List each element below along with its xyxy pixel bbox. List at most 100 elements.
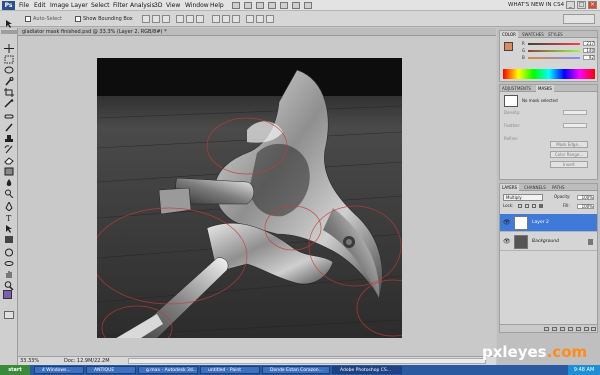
zoom-level-icon[interactable] xyxy=(256,2,264,9)
crop-tool-icon[interactable] xyxy=(4,82,14,97)
layer-row[interactable]: 👁 Layer 2 xyxy=(500,214,597,232)
taskbar-clock[interactable]: 9:48 AM xyxy=(568,365,600,375)
menu-view[interactable]: View xyxy=(166,1,180,10)
shape-tool-icon[interactable] xyxy=(4,229,14,243)
canvas-image[interactable] xyxy=(97,58,402,338)
channel-r-value[interactable]: 217 xyxy=(583,41,595,46)
workspace-switcher[interactable] xyxy=(563,14,595,24)
zoom-level[interactable]: 33.33% xyxy=(20,357,39,365)
quick-mask-icon[interactable] xyxy=(4,311,14,319)
tab-adjustments[interactable]: ADJUSTMENTS xyxy=(500,85,533,92)
distribute-bottom-icon[interactable] xyxy=(232,15,240,23)
document-tab[interactable]: gladiator mask finished.psd @ 33.3% (Lay… xyxy=(18,28,496,36)
auto-select-checkbox[interactable] xyxy=(25,16,31,22)
view-extras-icon[interactable] xyxy=(244,2,252,9)
feather-field[interactable] xyxy=(563,123,587,128)
layer-name[interactable]: Layer 2 xyxy=(532,219,549,226)
taskbar-item-windows[interactable]: 4 Windows... xyxy=(34,366,84,374)
horizontal-scrollbar[interactable] xyxy=(128,358,486,364)
lasso-tool-icon[interactable] xyxy=(4,60,14,74)
menu-3d[interactable]: 3D xyxy=(154,1,162,10)
layer-name[interactable]: Background xyxy=(532,238,559,245)
tab-channels[interactable]: CHANNELS xyxy=(522,184,548,191)
tab-masks[interactable]: MASKS xyxy=(536,85,554,92)
rotate-view-icon[interactable] xyxy=(280,2,288,9)
lock-transparency-icon[interactable] xyxy=(518,204,522,208)
show-bounding-box-checkbox[interactable] xyxy=(75,16,81,22)
eyedropper-tool-icon[interactable] xyxy=(4,93,14,108)
minimize-button[interactable]: _ xyxy=(566,1,575,9)
invert-button[interactable]: Invert xyxy=(550,161,588,168)
3d-rotate-tool-icon[interactable] xyxy=(4,242,14,257)
blend-mode-select[interactable]: Multiply xyxy=(503,194,543,201)
blur-tool-icon[interactable] xyxy=(4,172,14,186)
channel-b-value[interactable]: 92 xyxy=(583,55,595,60)
add-mask-icon[interactable] xyxy=(560,327,565,331)
color-foreground-swatch[interactable] xyxy=(504,42,513,51)
move-tool-icon[interactable] xyxy=(5,14,15,28)
distribute-hcenter-icon[interactable] xyxy=(256,15,264,23)
brush-tool-icon[interactable] xyxy=(4,117,14,132)
distribute-left-icon[interactable] xyxy=(246,15,254,23)
whats-new-button[interactable]: WHAT'S NEW IN CS4 xyxy=(508,1,564,10)
hand-tool-icon[interactable] xyxy=(4,264,14,278)
type-tool-icon[interactable]: T xyxy=(4,207,14,223)
color-range-button[interactable]: Color Range... xyxy=(550,151,588,158)
foreground-color-swatch[interactable] xyxy=(3,290,12,299)
channel-g-value[interactable]: 140 xyxy=(583,48,595,53)
screen-mode-icon[interactable] xyxy=(304,2,312,9)
menu-edit[interactable]: Edit xyxy=(34,1,46,10)
healing-brush-tool-icon[interactable] xyxy=(4,106,14,119)
clone-stamp-tool-icon[interactable] xyxy=(4,128,14,142)
align-left-icon[interactable] xyxy=(176,15,184,23)
align-vcenter-icon[interactable] xyxy=(152,15,160,23)
density-field[interactable] xyxy=(563,110,587,115)
taskbar-item-antique[interactable]: ANTIQUE xyxy=(86,366,136,374)
visibility-eye-icon[interactable]: 👁 xyxy=(503,220,511,226)
dodge-tool-icon[interactable] xyxy=(4,183,14,199)
gradient-tool-icon[interactable] xyxy=(4,161,14,176)
new-layer-icon[interactable] xyxy=(584,327,589,331)
move-tool-icon[interactable] xyxy=(4,38,14,53)
canvas-area[interactable] xyxy=(18,36,496,356)
lock-pixels-icon[interactable] xyxy=(525,204,529,208)
taskbar-item-paint[interactable]: untitled - Paint xyxy=(200,366,260,374)
menu-analysis[interactable]: Analysis xyxy=(130,1,155,10)
align-hcenter-icon[interactable] xyxy=(186,15,194,23)
channel-r-slider[interactable] xyxy=(528,43,580,45)
quick-selection-tool-icon[interactable] xyxy=(4,71,14,86)
distribute-top-icon[interactable] xyxy=(212,15,220,23)
history-brush-tool-icon[interactable] xyxy=(4,139,14,154)
menu-layer[interactable]: Layer xyxy=(71,1,88,10)
taskbar-item-photoshop[interactable]: Adobe Photoshop CS... xyxy=(332,366,402,374)
launch-bridge-icon[interactable] xyxy=(232,2,240,9)
tools-panel-grip[interactable] xyxy=(1,30,17,34)
color-spectrum-ramp[interactable] xyxy=(503,69,595,79)
link-layers-icon[interactable] xyxy=(544,327,549,331)
lock-position-icon[interactable] xyxy=(532,204,536,208)
align-bottom-icon[interactable] xyxy=(162,15,170,23)
align-right-icon[interactable] xyxy=(196,15,204,23)
delete-layer-icon[interactable] xyxy=(591,327,596,331)
hand-tool-icon[interactable] xyxy=(268,2,276,9)
channel-g-slider[interactable] xyxy=(528,50,580,52)
new-group-icon[interactable] xyxy=(576,327,581,331)
distribute-right-icon[interactable] xyxy=(266,15,274,23)
taskbar-item-music[interactable]: Donde Estan Corazon... xyxy=(262,366,330,374)
menu-file[interactable]: File xyxy=(19,1,29,10)
opacity-field[interactable]: 100% xyxy=(577,195,594,200)
tab-styles[interactable]: STYLES xyxy=(546,31,565,38)
lock-all-icon[interactable] xyxy=(539,204,543,208)
visibility-eye-icon[interactable]: 👁 xyxy=(503,239,511,245)
layer-row[interactable]: 👁 Background xyxy=(500,233,597,251)
adjustment-layer-icon[interactable] xyxy=(568,327,573,331)
eraser-tool-icon[interactable] xyxy=(4,150,14,165)
fill-field[interactable]: 100% xyxy=(577,204,594,209)
layer-style-icon[interactable] xyxy=(552,327,557,331)
close-button[interactable]: × xyxy=(588,1,597,9)
channel-b-slider[interactable] xyxy=(528,57,580,59)
tab-color[interactable]: COLOR xyxy=(500,31,518,38)
menu-filter[interactable]: Filter xyxy=(113,1,128,10)
3d-orbit-tool-icon[interactable] xyxy=(4,253,14,266)
taskbar-item-3dsmax[interactable]: g.max - Autodesk 3d... xyxy=(138,366,198,374)
